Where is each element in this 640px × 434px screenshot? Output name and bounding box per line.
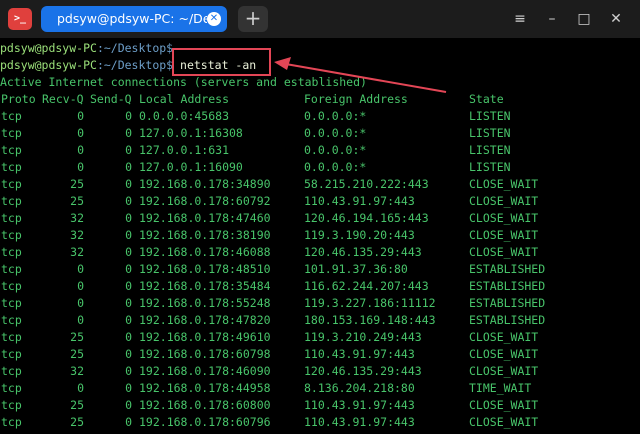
annotation-arrow-icon xyxy=(274,57,447,93)
